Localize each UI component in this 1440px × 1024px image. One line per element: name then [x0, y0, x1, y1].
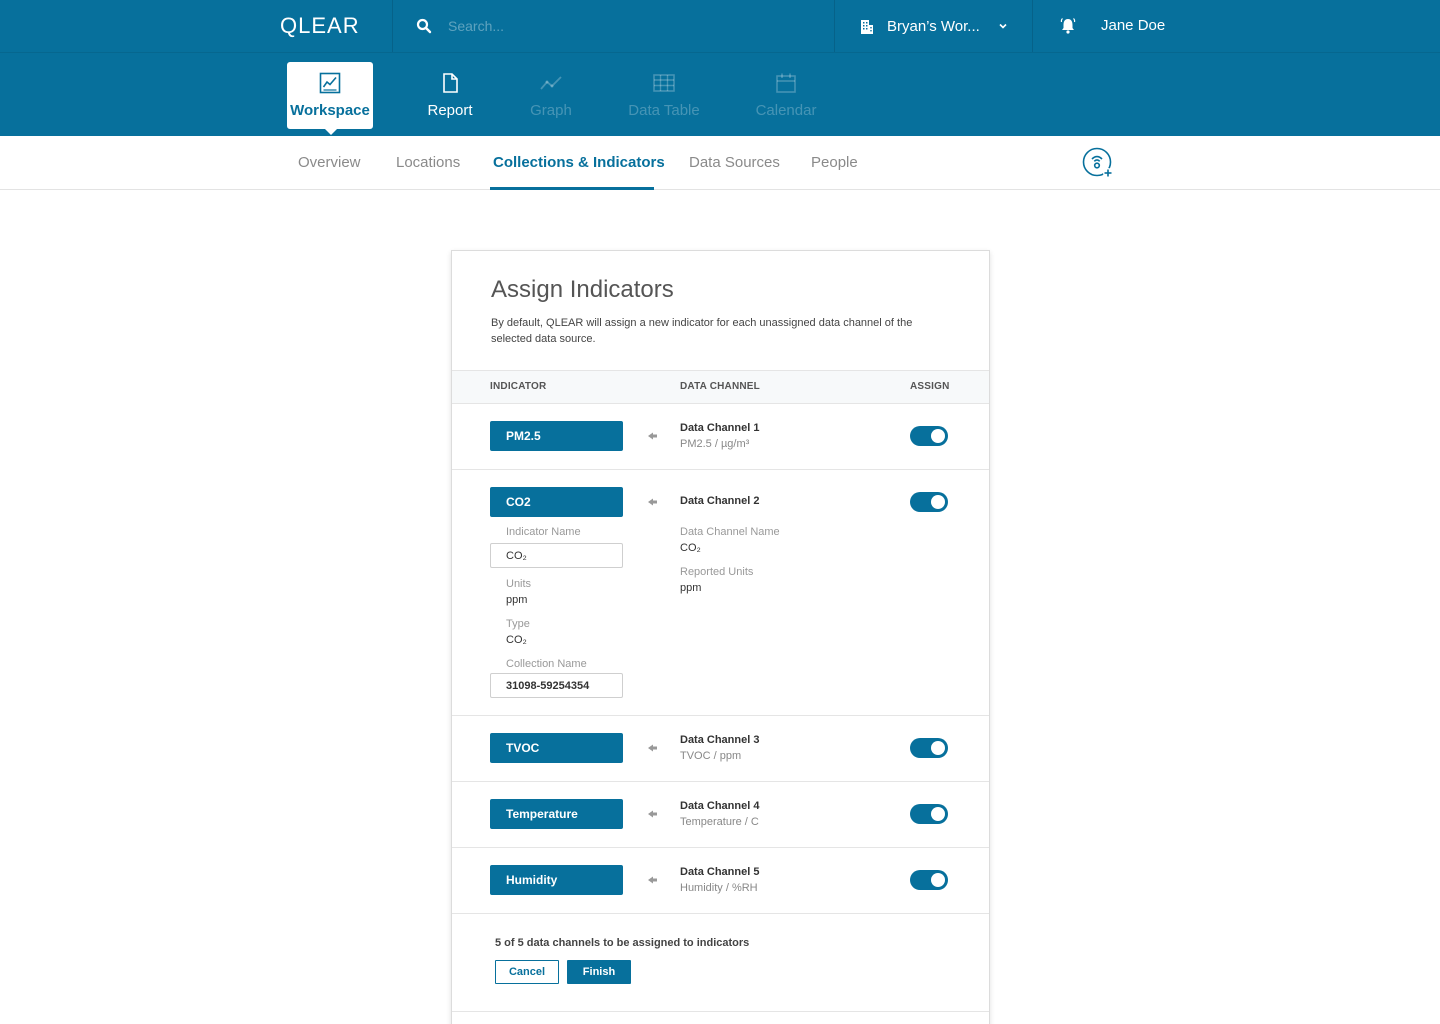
module-tab-graph[interactable]: Graph [508, 62, 594, 129]
column-header-assign: ASSIGN [910, 381, 950, 392]
assign-toggle[interactable] [910, 870, 948, 890]
divider [1032, 0, 1033, 52]
indicator-button[interactable]: TVOC [490, 733, 623, 763]
indicator-button[interactable]: CO2 [490, 487, 623, 517]
table-row: Humidity Data Channel 5 Humidity / %RH [452, 848, 989, 914]
table-row-expanded: CO2 Data Channel 2 Indicator Name Units … [452, 470, 989, 716]
building-icon [861, 20, 873, 34]
assign-indicators-card: Assign Indicators By default, QLEAR will… [451, 250, 990, 1024]
data-channel-detail: Temperature / C [680, 816, 759, 828]
search-input[interactable] [448, 13, 808, 39]
data-channel-name: Data Channel 4 [680, 800, 760, 812]
table-grid-icon [653, 74, 675, 92]
arrow-left-icon [648, 432, 657, 440]
type-label: Type [506, 618, 530, 630]
data-channel-detail: PM2.5 / µg/m³ [680, 438, 750, 450]
data-channel-name: Data Channel 1 [680, 422, 760, 434]
module-label: Calendar [755, 102, 817, 119]
search-icon[interactable] [416, 18, 432, 34]
data-channel-detail: TVOC / ppm [680, 750, 742, 762]
module-tab-workspace[interactable]: Workspace [287, 62, 373, 135]
data-channel-name: Data Channel 2 [680, 495, 760, 507]
app-logo[interactable]: QLEAR [280, 13, 360, 39]
table-row: TVOC Data Channel 3 TVOC / ppm [452, 716, 989, 782]
module-label: Data Table [628, 102, 700, 119]
channel-name-value: CO₂ [680, 542, 701, 554]
card-title: Assign Indicators [491, 276, 674, 303]
workspace-chart-icon [319, 72, 341, 94]
arrow-left-icon [648, 876, 657, 884]
column-header-data-channel: DATA CHANNEL [680, 381, 760, 392]
toggle-knob [931, 873, 945, 887]
module-label: Graph [530, 102, 572, 119]
assign-toggle[interactable] [910, 804, 948, 824]
indicator-name-field[interactable] [490, 543, 623, 568]
collection-name-field[interactable] [490, 673, 623, 698]
chevron-down-icon [999, 23, 1007, 29]
indicator-name-label: Indicator Name [506, 526, 581, 538]
indicator-button[interactable]: Temperature [490, 799, 623, 829]
column-header-indicator: INDICATOR [490, 381, 547, 392]
module-label: Report [427, 102, 473, 119]
arrow-left-icon [648, 498, 657, 506]
assign-toggle[interactable] [910, 426, 948, 446]
toggle-knob [931, 741, 945, 755]
module-tab-report[interactable]: Report [407, 62, 493, 129]
module-tab-calendar[interactable]: Calendar [743, 62, 829, 129]
active-tab-indicator [490, 187, 654, 190]
workspace-selector[interactable]: Bryan’s Wor... [836, 0, 1032, 52]
table-row: Temperature Data Channel 4 Temperature /… [452, 782, 989, 848]
type-value: CO₂ [506, 634, 527, 646]
finish-button[interactable]: Finish [567, 960, 631, 984]
reported-units-label: Reported Units [680, 566, 754, 578]
module-nav: Workspace Report Graph Data Table Calend… [0, 52, 1440, 136]
module-label: Workspace [290, 102, 370, 119]
arrow-left-icon [648, 810, 657, 818]
tab-collections-indicators[interactable]: Collections & Indicators [493, 154, 665, 171]
calendar-icon [776, 73, 796, 93]
collection-name-label: Collection Name [506, 658, 587, 670]
workspace-name: Bryan’s Wor... [887, 17, 980, 35]
tab-data-sources[interactable]: Data Sources [689, 154, 780, 171]
table-row: PM2.5 Data Channel 1 PM2.5 / µg/m³ [452, 404, 989, 470]
assign-toggle[interactable] [910, 738, 948, 758]
data-channel-detail: Humidity / %RH [680, 882, 758, 894]
data-channel-name: Data Channel 5 [680, 866, 760, 878]
sub-nav: Overview Locations Collections & Indicat… [0, 136, 1440, 190]
top-bar: QLEAR Bryan’s Wor... Jane Doe [0, 0, 1440, 52]
tab-locations[interactable]: Locations [396, 154, 460, 171]
tab-people[interactable]: People [811, 154, 858, 171]
bell-icon[interactable] [1059, 17, 1077, 35]
channel-name-label: Data Channel Name [680, 526, 780, 538]
arrow-left-icon [648, 744, 657, 752]
card-description: By default, QLEAR will assign a new indi… [491, 317, 913, 345]
indicator-button[interactable]: PM2.5 [490, 421, 623, 451]
toggle-knob [931, 495, 945, 509]
units-value: ppm [506, 594, 528, 606]
user-name[interactable]: Jane Doe [1101, 17, 1165, 34]
tab-overview[interactable]: Overview [298, 154, 361, 171]
units-label: Units [506, 578, 532, 590]
table-header: INDICATOR DATA CHANNEL ASSIGN [452, 370, 989, 404]
assign-toggle[interactable] [910, 492, 948, 512]
indicator-button[interactable]: Humidity [490, 865, 623, 895]
add-sensor-icon[interactable] [1082, 147, 1114, 179]
divider [834, 0, 835, 52]
divider [452, 1011, 989, 1012]
reported-units-value: ppm [680, 582, 702, 594]
module-tab-data-table[interactable]: Data Table [621, 62, 707, 129]
document-icon [443, 73, 458, 93]
line-graph-icon [540, 76, 562, 90]
data-channel-name: Data Channel 3 [680, 734, 760, 746]
divider [392, 0, 393, 52]
toggle-knob [931, 429, 945, 443]
assignment-summary: 5 of 5 data channels to be assigned to i… [495, 937, 750, 949]
toggle-knob [931, 807, 945, 821]
cancel-button[interactable]: Cancel [495, 960, 559, 984]
